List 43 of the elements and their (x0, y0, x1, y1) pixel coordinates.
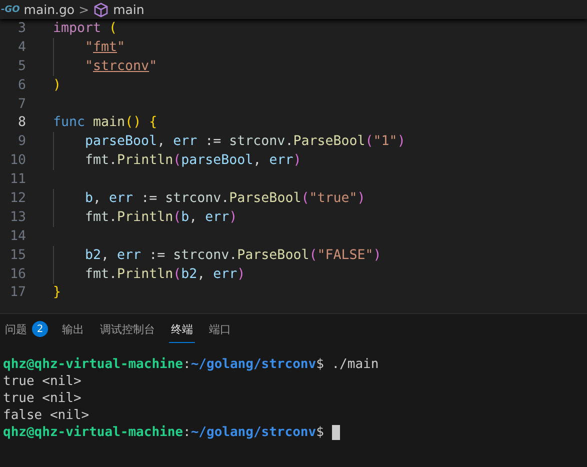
line-number: 9 (16, 134, 26, 150)
code-line: "strconv" (85, 58, 158, 74)
code-line: ) (53, 78, 62, 93)
go-file-icon: -GO (1, 4, 20, 14)
breadcrumb-item[interactable]: main.go (24, 2, 75, 17)
line-number: 17 (8, 285, 26, 300)
terminal-line: qhz@qhz-virtual-machine:~/golang/strconv$ (3, 425, 324, 440)
line-number: 10 (8, 153, 26, 168)
line-number: 16 (8, 266, 26, 282)
code-line: parseBool, err := strconv.ParseBool("1") (85, 134, 406, 150)
code-line: fmt.Println(b, err) (85, 210, 238, 225)
terminal-line: true <nil> (3, 374, 82, 390)
panel-tab[interactable]: 调试控制台 (98, 316, 157, 343)
line-number: 6 (16, 78, 26, 93)
code-line: import ( (53, 20, 118, 36)
code-line: } (53, 285, 62, 300)
breadcrumb-separator: > (78, 2, 90, 17)
line-number: 14 (8, 228, 26, 244)
line-number: 12 (8, 190, 26, 206)
breadcrumb-item[interactable]: main (113, 2, 144, 17)
line-number: 13 (8, 210, 26, 225)
line-number: 3 (16, 20, 26, 36)
code-line: b, err := strconv.ParseBool("true") (85, 190, 366, 206)
cube-icon (93, 2, 110, 18)
code-line: func main() { (53, 115, 158, 130)
code-line: b2, err := strconv.ParseBool("FALSE") (85, 248, 382, 263)
panel-tab[interactable]: 终端 (169, 316, 195, 343)
line-number: 7 (16, 96, 26, 112)
terminal-line: true <nil> (3, 391, 82, 406)
code-line: fmt.Println(b2, err) (85, 266, 246, 282)
terminal-line: qhz@qhz-virtual-machine:~/golang/strconv$ ./main (3, 357, 379, 372)
panel-tab[interactable]: 问题 (3, 316, 29, 343)
line-number: 11 (8, 172, 26, 188)
panel-tab[interactable]: 端口 (207, 316, 233, 343)
panel-tab[interactable]: 输出 (60, 316, 86, 343)
line-number: 15 (8, 248, 26, 263)
code-line: fmt.Println(parseBool, err) (85, 153, 302, 168)
line-number: 5 (16, 58, 26, 74)
line-number: 8 (16, 115, 26, 130)
line-number: 4 (16, 40, 26, 55)
count-badge: 2 (32, 321, 48, 338)
terminal-line: false <nil> (3, 408, 90, 424)
code-line: "fmt" (85, 40, 126, 55)
